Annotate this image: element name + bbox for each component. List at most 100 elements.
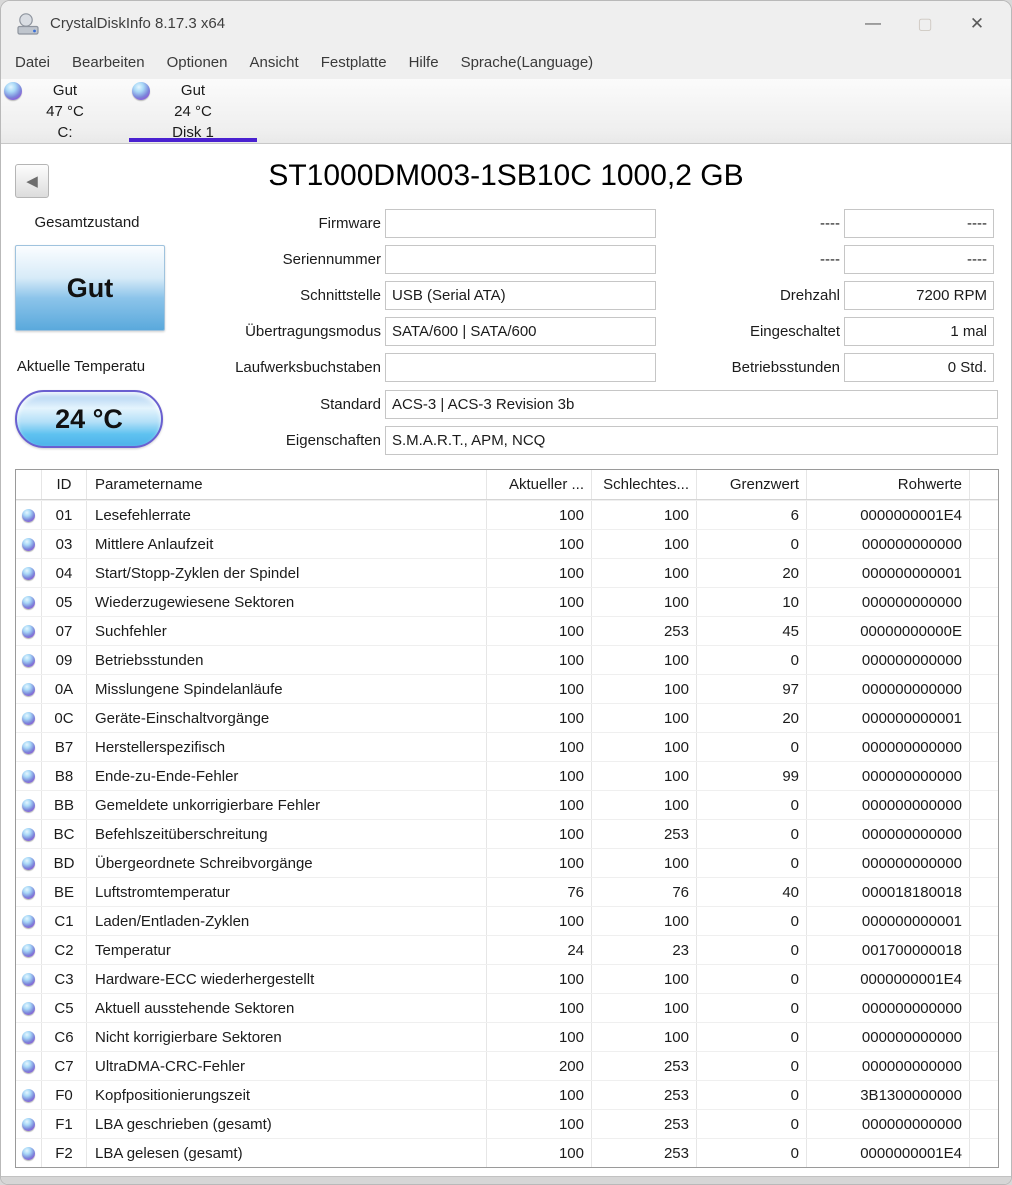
minimize-button[interactable]: — (847, 1, 899, 46)
attribute-id: BB (42, 791, 87, 819)
attribute-name: Mittlere Anlaufzeit (87, 530, 487, 558)
attribute-raw: 000000000000 (807, 994, 970, 1022)
attribute-raw: 00000000000E (807, 617, 970, 645)
field-value: S.M.A.R.T., APM, NCQ (392, 432, 546, 449)
header-worst: Schlechtes... (592, 470, 697, 499)
table-row[interactable]: 04 Start/Stopp-Zyklen der Spindel 100 10… (16, 558, 998, 587)
table-row[interactable]: C7 UltraDMA-CRC-Fehler 200 253 0 0000000… (16, 1051, 998, 1080)
attribute-current: 100 (487, 588, 592, 616)
attribute-raw: 000000000000 (807, 849, 970, 877)
table-row[interactable]: C5 Aktuell ausstehende Sektoren 100 100 … (16, 993, 998, 1022)
attribute-name: Start/Stopp-Zyklen der Spindel (87, 559, 487, 587)
menu-item[interactable]: Sprache(Language) (450, 50, 605, 75)
field-value-box (385, 245, 656, 274)
maximize-button[interactable]: ▢ (899, 1, 951, 46)
menu-item[interactable]: Datei (4, 50, 61, 75)
table-row[interactable]: C6 Nicht korrigierbare Sektoren 100 100 … (16, 1022, 998, 1051)
attribute-raw: 001700000018 (807, 936, 970, 964)
table-row[interactable]: 03 Mittlere Anlaufzeit 100 100 0 0000000… (16, 529, 998, 558)
attribute-raw: 000000000000 (807, 791, 970, 819)
attribute-name: Suchfehler (87, 617, 487, 645)
attribute-id: C6 (42, 1023, 87, 1051)
disk-health-text: Gut (52, 82, 78, 99)
field-label: Schnittstelle (300, 287, 381, 304)
table-row[interactable]: 09 Betriebsstunden 100 100 0 00000000000… (16, 645, 998, 674)
table-row[interactable]: BD Übergeordnete Schreibvorgänge 100 100… (16, 848, 998, 877)
table-row[interactable]: BC Befehlszeitüberschreitung 100 253 0 0… (16, 819, 998, 848)
table-row[interactable]: BB Gemeldete unkorrigierbare Fehler 100 … (16, 790, 998, 819)
attribute-id: C5 (42, 994, 87, 1022)
row-status-cell (16, 820, 42, 848)
table-row[interactable]: 05 Wiederzugewiesene Sektoren 100 100 10… (16, 587, 998, 616)
attribute-worst: 100 (592, 907, 697, 935)
table-row[interactable]: 07 Suchfehler 100 253 45 00000000000E (16, 616, 998, 645)
attribute-id: BC (42, 820, 87, 848)
attribute-status-orb-icon (22, 1001, 35, 1015)
attribute-id: 01 (42, 501, 87, 529)
attribute-worst: 100 (592, 965, 697, 993)
attribute-threshold: 0 (697, 646, 807, 674)
table-row[interactable]: F1 LBA geschrieben (gesamt) 100 253 0 00… (16, 1109, 998, 1138)
attribute-current: 100 (487, 675, 592, 703)
attribute-raw: 000000000000 (807, 530, 970, 558)
field-label: Laufwerksbuchstaben (235, 359, 381, 376)
menu-item[interactable]: Bearbeiten (61, 50, 156, 75)
attribute-raw: 000000000000 (807, 762, 970, 790)
attribute-current: 100 (487, 530, 592, 558)
attribute-current: 100 (487, 1081, 592, 1109)
field-value-box: ---- (844, 209, 994, 238)
close-button[interactable]: ✕ (951, 1, 1003, 46)
attribute-threshold: 10 (697, 588, 807, 616)
attribute-name: Kopfpositionierungszeit (87, 1081, 487, 1109)
attribute-raw: 000000000000 (807, 1110, 970, 1138)
disk-temperature-text: 24 °C (174, 103, 212, 120)
field-label: Firmware (318, 215, 382, 232)
attribute-current: 100 (487, 965, 592, 993)
table-row[interactable]: 0C Geräte-Einschaltvorgänge 100 100 20 0… (16, 703, 998, 732)
table-row[interactable]: 0A Misslungene Spindelanläufe 100 100 97… (16, 674, 998, 703)
table-row[interactable]: B8 Ende-zu-Ende-Fehler 100 100 99 000000… (16, 761, 998, 790)
row-status-cell (16, 936, 42, 964)
attribute-worst: 100 (592, 501, 697, 529)
menu-item[interactable]: Festplatte (310, 50, 398, 75)
attribute-status-orb-icon (22, 885, 35, 899)
attribute-status-orb-icon (22, 711, 35, 725)
row-filler (970, 733, 998, 761)
title-bar: CrystalDiskInfo 8.17.3 x64 — ▢ ✕ (1, 1, 1011, 46)
field-row: ---- ---- (656, 209, 994, 238)
field-label: ---- (820, 251, 840, 268)
table-row[interactable]: C3 Hardware-ECC wiederhergestellt 100 10… (16, 964, 998, 993)
attribute-id: 0C (42, 704, 87, 732)
table-row[interactable]: 01 Lesefehlerrate 100 100 6 0000000001E4 (16, 500, 998, 529)
attribute-worst: 100 (592, 994, 697, 1022)
disk-tab[interactable]: Gut 24 °C Disk 1 (129, 79, 257, 143)
table-row[interactable]: C2 Temperatur 24 23 0 001700000018 (16, 935, 998, 964)
field-value-box: ACS-3 | ACS-3 Revision 3b (385, 390, 998, 419)
attribute-status-orb-icon (22, 653, 35, 667)
disk-tab[interactable]: Gut 47 °C C: (1, 79, 129, 143)
row-filler (970, 588, 998, 616)
table-row[interactable]: BE Luftstromtemperatur 76 76 40 00001818… (16, 877, 998, 906)
menu-item[interactable]: Ansicht (238, 50, 309, 75)
attribute-threshold: 99 (697, 762, 807, 790)
row-status-cell (16, 733, 42, 761)
attribute-current: 100 (487, 791, 592, 819)
field-row: ---- ---- (656, 245, 994, 274)
attribute-raw: 000018180018 (807, 878, 970, 906)
attribute-status-orb-icon (22, 537, 35, 551)
table-row[interactable]: C1 Laden/Entladen-Zyklen 100 100 0 00000… (16, 906, 998, 935)
header-threshold: Grenzwert (697, 470, 807, 499)
table-row[interactable]: B7 Herstellerspezifisch 100 100 0 000000… (16, 732, 998, 761)
attribute-id: 07 (42, 617, 87, 645)
attribute-threshold: 0 (697, 907, 807, 935)
table-row[interactable]: F2 LBA gelesen (gesamt) 100 253 0 000000… (16, 1138, 998, 1167)
table-row[interactable]: F0 Kopfpositionierungszeit 100 253 0 3B1… (16, 1080, 998, 1109)
attribute-threshold: 0 (697, 530, 807, 558)
smart-attribute-table: ID Parametername Aktueller ... Schlechte… (15, 469, 999, 1168)
attribute-current: 100 (487, 704, 592, 732)
menu-item[interactable]: Optionen (156, 50, 239, 75)
attribute-name: Übergeordnete Schreibvorgänge (87, 849, 487, 877)
field-value-box: SATA/600 | SATA/600 (385, 317, 656, 346)
attribute-threshold: 0 (697, 994, 807, 1022)
menu-item[interactable]: Hilfe (398, 50, 450, 75)
